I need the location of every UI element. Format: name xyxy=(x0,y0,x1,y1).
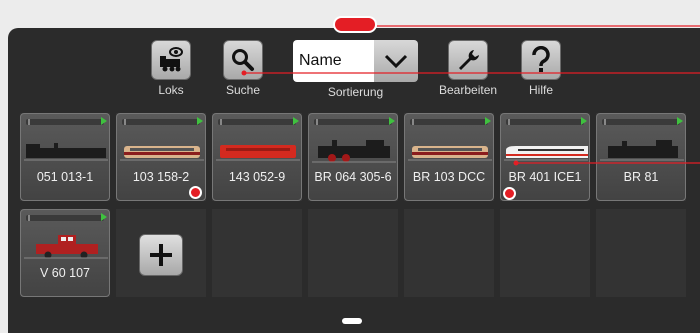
direction-indicator-icon xyxy=(389,117,395,125)
locos-label: Loks xyxy=(158,83,184,97)
loco-card[interactable]: 103 158-2 xyxy=(116,113,206,201)
empty-slot xyxy=(404,209,494,297)
loco-card[interactable]: BR 103 DCC xyxy=(404,113,494,201)
locomotive-image xyxy=(120,146,204,161)
loco-name: 051 013-1 xyxy=(36,170,94,184)
sort-value[interactable]: Name xyxy=(293,40,374,82)
loco-card[interactable]: V 60 107 xyxy=(20,209,110,297)
locomotive-image xyxy=(408,146,492,161)
direction-indicator-icon xyxy=(101,213,107,221)
empty-slot xyxy=(212,209,302,297)
locomotive-image xyxy=(24,143,108,161)
panel-bottom-handle[interactable] xyxy=(342,318,362,324)
question-mark-icon xyxy=(532,46,550,72)
direction-indicator-icon xyxy=(101,117,107,125)
search-icon xyxy=(232,49,254,71)
direction-indicator-icon xyxy=(293,117,299,125)
loco-name: BR 064 305-6 xyxy=(314,170,392,184)
edit-tool[interactable]: Bearbeiten xyxy=(439,40,497,97)
sort-dropdown-button[interactable] xyxy=(374,40,418,82)
help-tool[interactable]: Hilfe xyxy=(518,40,564,97)
locos-tool[interactable]: Loks xyxy=(148,40,194,97)
plus-icon xyxy=(150,244,172,266)
empty-slot xyxy=(500,209,590,297)
loco-name: BR 81 xyxy=(623,170,659,184)
help-label: Hilfe xyxy=(528,83,553,97)
search-tool[interactable]: Suche xyxy=(220,40,266,97)
sort-label: Sortierung xyxy=(327,85,384,99)
status-marker xyxy=(189,186,202,199)
loco-name: V 60 107 xyxy=(39,266,91,280)
wrench-icon xyxy=(459,50,479,70)
edit-button[interactable] xyxy=(448,40,488,80)
loco-card[interactable]: 143 052-9 xyxy=(212,113,302,201)
loco-card[interactable]: BR 401 ICE1 xyxy=(500,113,590,201)
locos-button[interactable] xyxy=(151,40,191,80)
locomotive-eye-icon xyxy=(160,47,183,72)
help-button[interactable] xyxy=(521,40,561,80)
chevron-down-icon xyxy=(384,54,408,69)
loco-card[interactable]: BR 064 305-6 xyxy=(308,113,398,201)
loco-card[interactable]: 051 013-1 xyxy=(20,113,110,201)
status-marker xyxy=(503,187,516,200)
edit-label: Bearbeiten xyxy=(439,83,498,97)
loco-name: BR 103 DCC xyxy=(412,170,486,184)
direction-indicator-icon xyxy=(677,117,683,125)
loco-name: BR 401 ICE1 xyxy=(508,170,582,184)
panel-top-handle[interactable] xyxy=(333,16,377,33)
search-label: Suche xyxy=(225,83,261,97)
empty-slot xyxy=(308,209,398,297)
empty-slot xyxy=(596,209,686,297)
direction-indicator-icon xyxy=(485,117,491,125)
loco-name: 103 158-2 xyxy=(132,170,190,184)
locomotive-image xyxy=(312,140,396,163)
locomotive-image xyxy=(24,235,108,259)
sort-control[interactable]: Name Sortierung xyxy=(293,40,418,99)
add-loco-button[interactable] xyxy=(139,234,183,276)
locomotive-image xyxy=(600,140,684,161)
search-button[interactable] xyxy=(223,40,263,80)
locomotive-image xyxy=(216,145,300,161)
loco-card[interactable]: BR 81 xyxy=(596,113,686,201)
direction-indicator-icon xyxy=(581,117,587,125)
loco-name: 143 052-9 xyxy=(228,170,286,184)
locomotive-image xyxy=(504,146,588,161)
direction-indicator-icon xyxy=(197,117,203,125)
